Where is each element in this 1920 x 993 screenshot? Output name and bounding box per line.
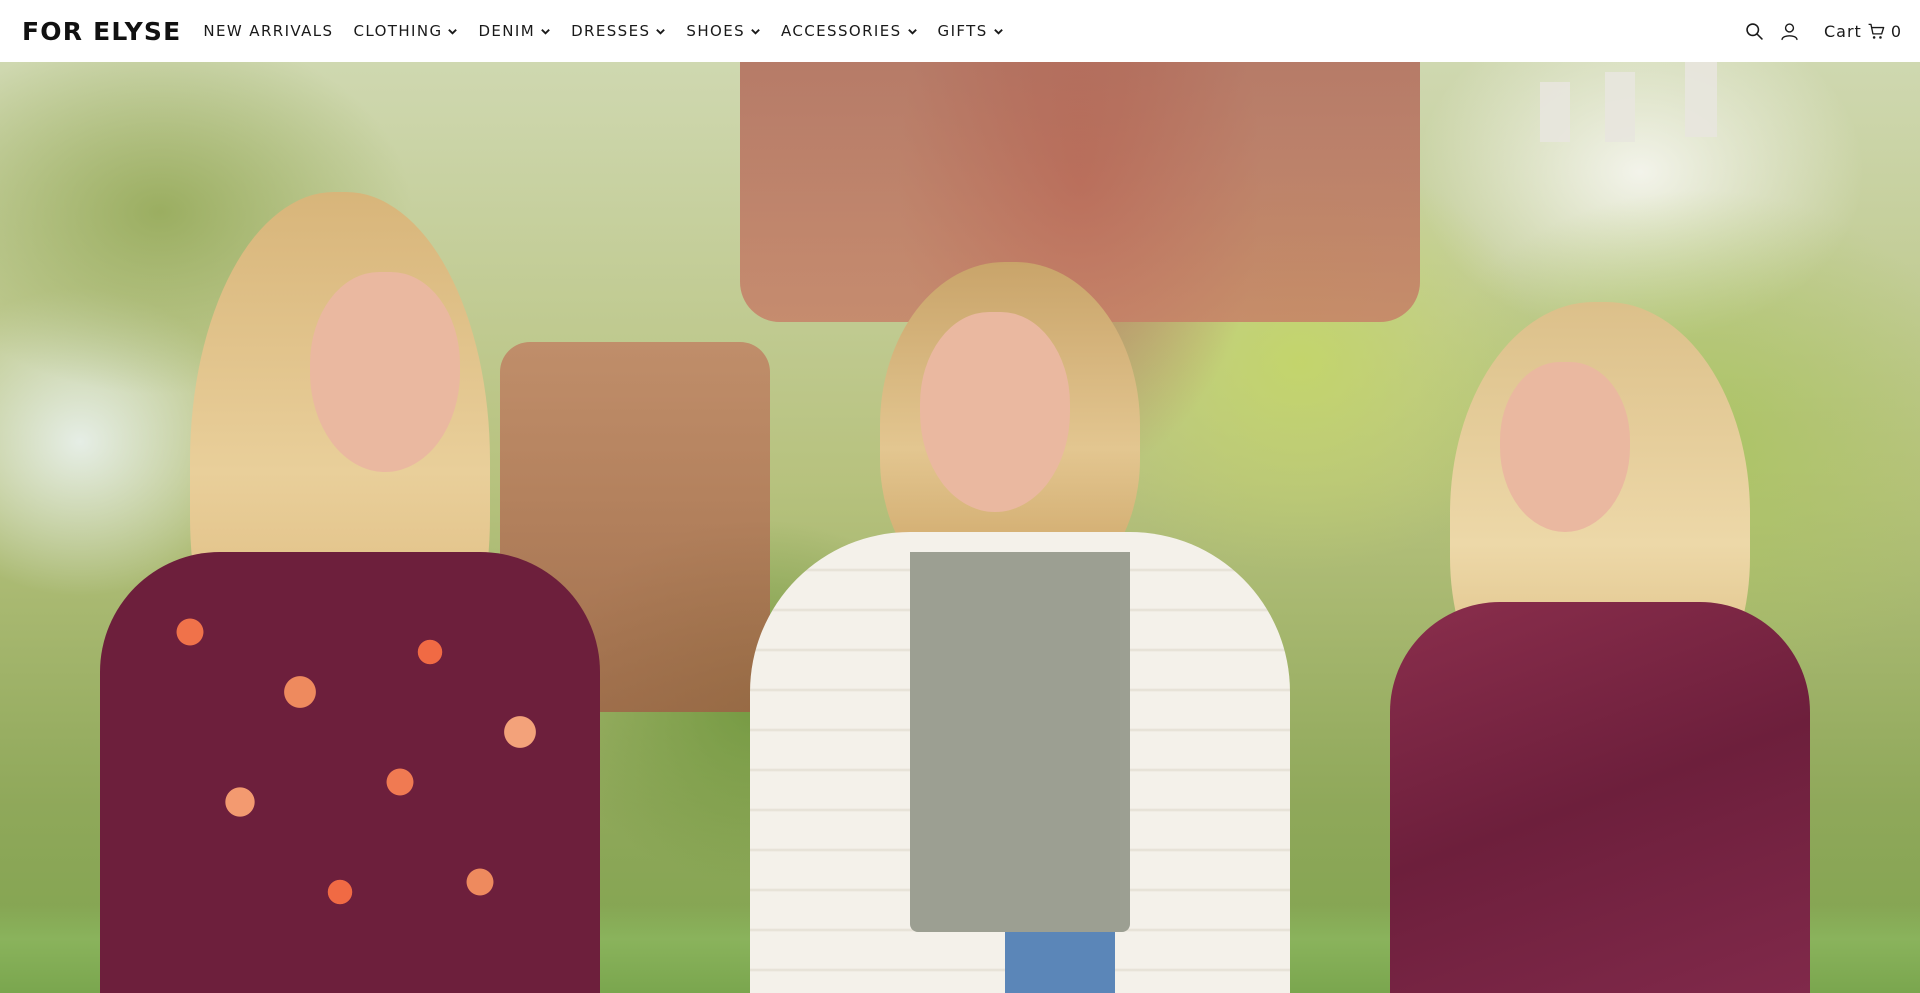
chevron-down-icon — [447, 26, 458, 37]
hero-model-burgundy-top — [1390, 602, 1810, 993]
search-icon[interactable] — [1744, 21, 1765, 42]
hero-background-building-window — [1605, 72, 1635, 142]
hero-model-floral-top — [100, 552, 600, 993]
cart-icon — [1867, 22, 1886, 41]
hero-background-building-window — [1540, 82, 1570, 142]
nav-label: SHOES — [686, 22, 746, 40]
nav-clothing[interactable]: CLOTHING — [353, 0, 458, 62]
chevron-down-icon — [993, 26, 1004, 37]
nav-label: ACCESSORIES — [781, 22, 902, 40]
nav-accessories[interactable]: ACCESSORIES — [781, 0, 918, 62]
hero-model-face — [310, 272, 460, 472]
hero-banner[interactable] — [0, 62, 1920, 993]
nav-label: NEW ARRIVALS — [203, 22, 334, 40]
account-icon[interactable] — [1779, 21, 1800, 42]
main-nav: NEW ARRIVALS CLOTHING DENIM DRESSES SHOE… — [203, 0, 1023, 62]
hero-model-center — [750, 262, 1290, 993]
chevron-down-icon — [907, 26, 918, 37]
nav-label: DENIM — [478, 22, 536, 40]
hero-model-jeans — [1005, 932, 1115, 993]
chevron-down-icon — [540, 26, 551, 37]
store-logo[interactable]: FOR ELYSE — [22, 17, 181, 46]
nav-gifts[interactable]: GIFTS — [938, 0, 1004, 62]
cart-link[interactable]: Cart 0 — [1824, 22, 1902, 41]
hero-model-gray-tank — [910, 552, 1130, 932]
nav-label: GIFTS — [937, 22, 988, 40]
hero-model-face — [1500, 362, 1630, 532]
nav-label: DRESSES — [571, 22, 651, 40]
cart-count: 0 — [1890, 21, 1902, 41]
nav-dresses[interactable]: DRESSES — [571, 0, 666, 62]
cart-label: Cart — [1823, 21, 1862, 41]
chevron-down-icon — [655, 26, 666, 37]
nav-denim[interactable]: DENIM — [478, 0, 551, 62]
hero-background-building-window — [1685, 62, 1717, 137]
header-tools: Cart 0 — [1744, 21, 1902, 42]
site-header: FOR ELYSE NEW ARRIVALS CLOTHING DENIM DR… — [0, 0, 1920, 62]
hero-model-right — [1380, 302, 1840, 993]
nav-shoes[interactable]: SHOES — [686, 0, 761, 62]
hero-model-face — [920, 312, 1070, 512]
hero-model-left — [80, 192, 640, 993]
nav-new-arrivals[interactable]: NEW ARRIVALS — [203, 0, 333, 62]
chevron-down-icon — [750, 26, 761, 37]
nav-label: CLOTHING — [353, 22, 443, 40]
